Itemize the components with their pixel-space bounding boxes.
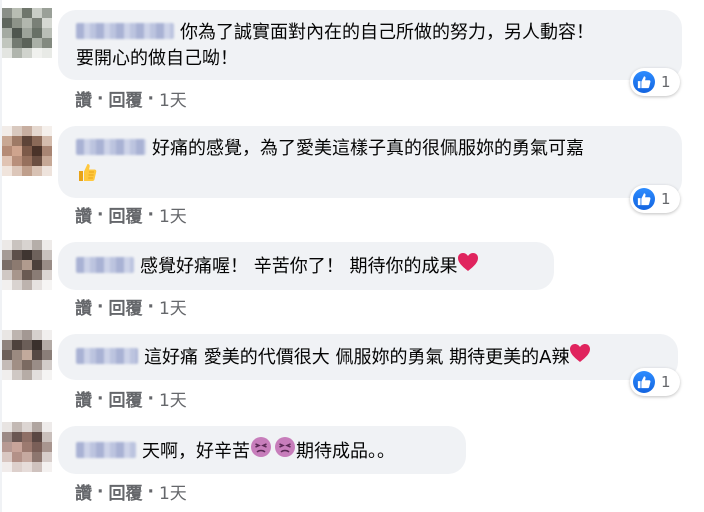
commenter-name[interactable] <box>76 139 146 155</box>
comment-text: 你為了誠實面對內在的自己所做的努力，另人動容！ <box>180 22 594 43</box>
reaction-count[interactable]: 1 <box>630 368 680 396</box>
comment-text-line: 要開心的做自己呦！ <box>76 46 666 72</box>
thumbs-up-icon <box>633 371 655 393</box>
separator-dot: · <box>147 388 154 409</box>
timestamp[interactable]: 1天 <box>159 294 187 319</box>
reaction-count-text: 1 <box>661 190 671 208</box>
timestamp[interactable]: 1天 <box>159 386 187 411</box>
comment-text: 好痛的感覺，為了愛美這樣子真的很佩服妳的勇氣可嘉 <box>152 138 584 159</box>
reaction-count[interactable]: 1 <box>630 68 680 96</box>
comment-text: 要開心的做自己呦！ <box>76 48 238 69</box>
separator-dot: · <box>97 388 104 409</box>
avatar[interactable] <box>2 126 52 176</box>
comment-text: 感覺好痛喔！ 辛苦你了！ 期待你的成果 <box>140 256 458 277</box>
comment-text: 天啊，好辛苦 <box>142 441 250 462</box>
like-link[interactable]: 讚 <box>75 86 92 111</box>
like-link[interactable]: 讚 <box>75 294 92 319</box>
like-link[interactable]: 讚 <box>75 479 92 504</box>
separator-dot: · <box>147 88 154 109</box>
comment-text-line: 天啊，好辛苦 期待成品。。 <box>76 437 450 467</box>
comment-text-line: 你為了誠實面對內在的自己所做的努力，另人動容！ <box>76 20 666 46</box>
reply-link[interactable]: 回覆 <box>108 294 142 319</box>
comment-actions: 讚 · 回覆 · 1天 <box>75 202 187 228</box>
red-heart-emoji <box>569 343 591 371</box>
commenter-name[interactable] <box>76 348 138 364</box>
reply-link[interactable]: 回覆 <box>108 202 142 227</box>
timestamp[interactable]: 1天 <box>159 86 187 111</box>
comment-text-line <box>76 162 666 192</box>
like-link[interactable]: 讚 <box>75 386 92 411</box>
avatar[interactable] <box>2 240 52 290</box>
comment-bubble: 這好痛 愛美的代價很大 佩服妳的勇氣 期待更美的A辣 <box>58 334 678 380</box>
avatar[interactable] <box>2 422 52 472</box>
thumbs-up-icon <box>633 71 655 93</box>
red-heart-emoji <box>457 252 479 280</box>
comment-text: 這好痛 愛美的代價很大 佩服妳的勇氣 期待更美的A辣 <box>144 347 570 368</box>
comment-text: 期待成品。。 <box>296 441 395 462</box>
separator-dot: · <box>97 481 104 502</box>
comment-bubble: 好痛的感覺，為了愛美這樣子真的很佩服妳的勇氣可嘉 <box>58 126 682 198</box>
separator-dot: · <box>147 296 154 317</box>
persevering-face-emoji <box>250 436 272 466</box>
comment-bubble: 感覺好痛喔！ 辛苦你了！ 期待你的成果 <box>58 242 554 290</box>
like-link[interactable]: 讚 <box>75 202 92 227</box>
comment-actions: 讚 · 回覆 · 1天 <box>75 386 187 412</box>
separator-dot: · <box>97 88 104 109</box>
reaction-count-text: 1 <box>661 73 671 91</box>
reply-link[interactable]: 回覆 <box>108 86 142 111</box>
timestamp[interactable]: 1天 <box>159 202 187 227</box>
avatar[interactable] <box>2 8 52 58</box>
thumbs-up-icon <box>633 188 655 210</box>
separator-dot: · <box>97 204 104 225</box>
comment-text-line: 好痛的感覺，為了愛美這樣子真的很佩服妳的勇氣可嘉 <box>76 136 666 162</box>
comment-actions: 讚 · 回覆 · 1天 <box>75 294 187 320</box>
comment-bubble: 你為了誠實面對內在的自己所做的努力，另人動容！ 要開心的做自己呦！ <box>58 10 682 80</box>
commenter-name[interactable] <box>76 257 134 273</box>
persevering-face-emoji <box>274 436 296 466</box>
reply-link[interactable]: 回覆 <box>108 479 142 504</box>
thumbs-up-emoji <box>76 161 98 191</box>
commenter-name[interactable] <box>76 442 136 458</box>
comment-text-line: 感覺好痛喔！ 辛苦你了！ 期待你的成果 <box>76 253 538 281</box>
comment-actions: 讚 · 回覆 · 1天 <box>75 479 187 505</box>
reply-link[interactable]: 回覆 <box>108 386 142 411</box>
separator-dot: · <box>147 204 154 225</box>
separator-dot: · <box>97 296 104 317</box>
comment-text-line: 這好痛 愛美的代價很大 佩服妳的勇氣 期待更美的A辣 <box>76 344 662 372</box>
avatar[interactable] <box>2 330 52 380</box>
timestamp[interactable]: 1天 <box>159 479 187 504</box>
comment-actions: 讚 · 回覆 · 1天 <box>75 86 187 112</box>
separator-dot: · <box>147 481 154 502</box>
comment-bubble: 天啊，好辛苦 期待成品。。 <box>58 426 466 474</box>
reaction-count-text: 1 <box>661 373 671 391</box>
commenter-name[interactable] <box>76 23 174 39</box>
reaction-count[interactable]: 1 <box>630 185 680 213</box>
